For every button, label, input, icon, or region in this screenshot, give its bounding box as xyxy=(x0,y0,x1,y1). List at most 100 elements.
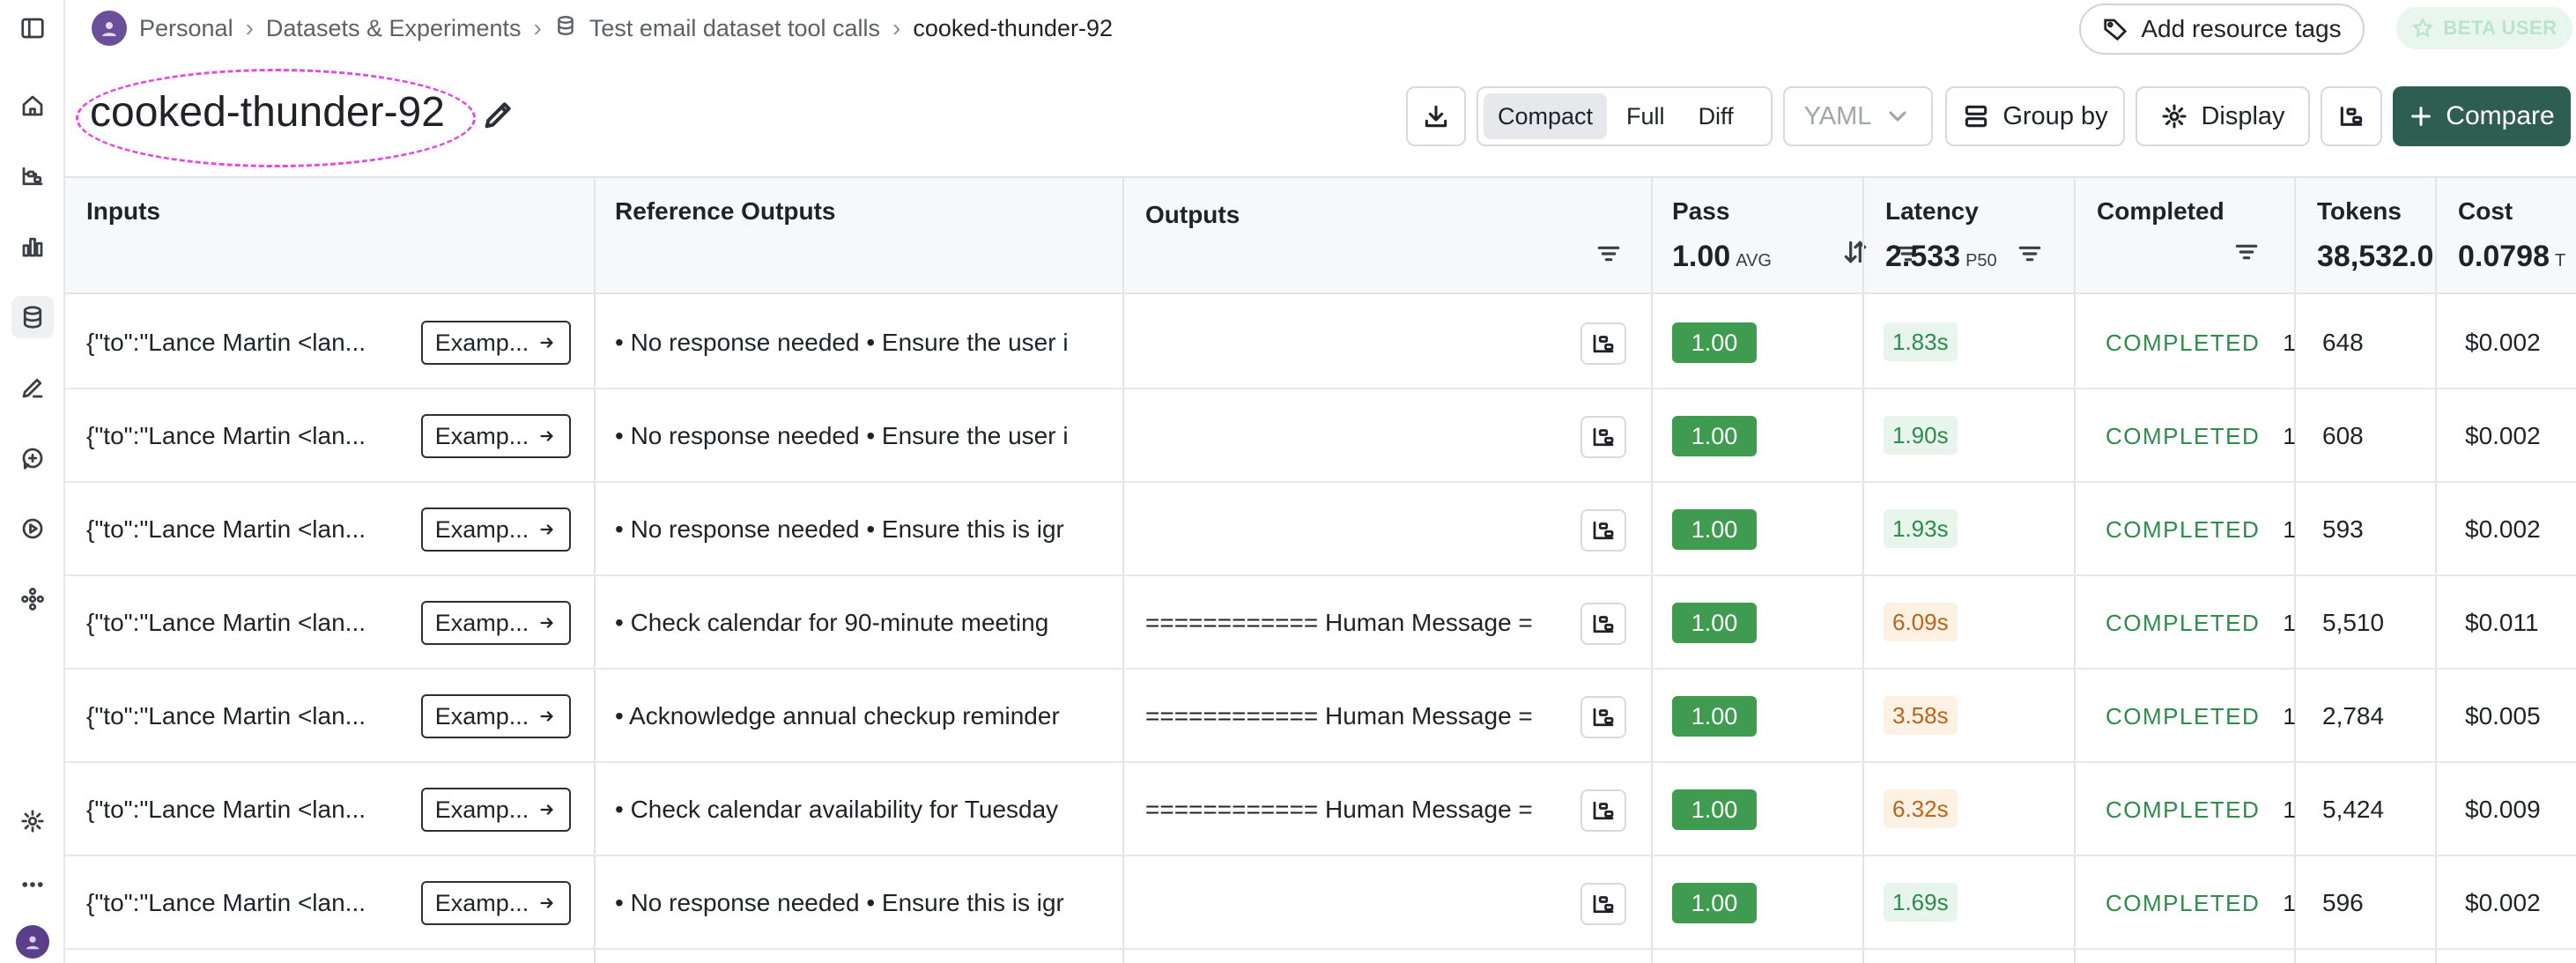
column-header-inputs[interactable]: Inputs xyxy=(86,197,160,226)
format-select-value: YAML xyxy=(1803,101,1872,130)
open-trace-icon[interactable] xyxy=(1580,696,1626,738)
latency-filter-icon[interactable] xyxy=(2016,240,2044,268)
datasets-database-icon[interactable] xyxy=(11,296,54,338)
table-row[interactable]: {"to":"Lance Martin <lan... Examp... • Che… xyxy=(65,576,2576,670)
outputs-filter-icon[interactable] xyxy=(1595,240,1623,268)
tracing-projects-icon[interactable] xyxy=(11,155,54,197)
table-row[interactable]: {"to":"Lance Martin <lan... Examp... • No … xyxy=(65,483,2576,576)
table-row[interactable]: {"to":"Lance Martin <lan... Examp... • No … xyxy=(65,389,2576,483)
reference-output-cell[interactable]: • Check calendar availability for Tuesda… xyxy=(615,763,1099,856)
format-select[interactable]: YAML xyxy=(1783,86,1933,146)
open-example-button[interactable]: Examp... xyxy=(421,414,571,458)
sort-arrows-icon[interactable] xyxy=(1841,238,1869,266)
status-label: COMPLETED xyxy=(2106,515,2261,543)
table-row[interactable]: {"to":"Lance Martin <lan... Examp... • No … xyxy=(65,296,2576,389)
completed-count: 1 xyxy=(2283,609,2296,636)
column-header-cost[interactable]: Cost xyxy=(2458,197,2513,226)
settings-gear-icon[interactable] xyxy=(11,800,54,842)
display-button[interactable]: Display xyxy=(2136,86,2310,146)
output-cell[interactable] xyxy=(1145,389,1575,483)
prompts-chat-icon[interactable] xyxy=(11,437,54,479)
open-example-button[interactable]: Examp... xyxy=(421,321,571,365)
table-row[interactable]: {"to":"Lance Martin <lan... Examp... • Ack… xyxy=(65,670,2576,763)
deployments-graph-icon[interactable] xyxy=(11,578,54,620)
completed-filter-icon[interactable] xyxy=(2232,238,2261,266)
output-cell[interactable] xyxy=(1145,483,1575,576)
download-button[interactable] xyxy=(1406,86,1466,146)
open-trace-icon[interactable] xyxy=(1580,603,1626,645)
compare-button[interactable]: Compare xyxy=(2393,86,2571,146)
arrow-right-icon xyxy=(537,893,557,913)
reference-output-cell[interactable]: • Check calendar for 90-minute meeting xyxy=(615,576,1099,670)
column-header-tokens[interactable]: Tokens xyxy=(2317,197,2402,226)
cost-cell: $0.002 xyxy=(2465,889,2541,916)
status-badge: COMPLETED 1 xyxy=(2106,296,2296,389)
user-avatar[interactable] xyxy=(16,925,49,959)
beta-user-label: BETA USER xyxy=(2443,17,2557,39)
input-cell[interactable]: {"to":"Lance Martin <lan... xyxy=(86,389,403,483)
breadcrumb-datasets[interactable]: Datasets & Experiments xyxy=(266,15,522,42)
input-cell[interactable]: {"to":"Lance Martin <lan... xyxy=(86,576,403,670)
open-example-button[interactable]: Examp... xyxy=(421,881,571,925)
toggle-sidebar-icon[interactable] xyxy=(11,7,54,49)
view-mode-compact[interactable]: Compact xyxy=(1484,93,1608,139)
display-label: Display xyxy=(2201,101,2285,130)
home-icon[interactable] xyxy=(11,85,54,127)
reference-output-cell[interactable]: • Acknowledge annual checkup reminder xyxy=(615,670,1099,763)
output-cell[interactable] xyxy=(1145,296,1575,389)
group-by-button[interactable]: Group by xyxy=(1945,86,2125,146)
monitoring-chart-icon[interactable] xyxy=(11,226,54,268)
reference-output-cell[interactable]: • No response needed • Ensure this is ig… xyxy=(615,483,1099,576)
edit-title-pencil-icon[interactable] xyxy=(481,97,516,132)
view-mode-diff[interactable]: Diff xyxy=(1684,93,1748,139)
output-cell[interactable] xyxy=(1145,856,1575,950)
tokens-total: 38,532.0 xyxy=(2317,240,2434,273)
reference-output-cell[interactable]: • No response needed • Ensure this is ig… xyxy=(615,856,1099,950)
breadcrumb-personal[interactable]: Personal xyxy=(139,15,233,42)
pass-score-badge: 1.00 xyxy=(1672,603,1757,643)
open-example-button[interactable]: Examp... xyxy=(421,507,571,552)
input-cell[interactable]: {"to":"Lance Martin <lan... xyxy=(86,483,403,576)
column-header-latency[interactable]: Latency xyxy=(1885,197,1979,226)
output-cell[interactable]: ============ Human Message = xyxy=(1145,763,1575,856)
open-trace-icon[interactable] xyxy=(1580,509,1626,552)
open-trace-icon[interactable] xyxy=(1580,883,1626,925)
chevron-right-icon: › xyxy=(533,14,542,41)
output-cell[interactable]: ============ Human Message = xyxy=(1145,670,1575,763)
reference-output-cell[interactable]: • No response needed • Ensure the user i xyxy=(615,389,1099,483)
table-row[interactable]: {"to":"Lance Martin <lan... Examp... • No … xyxy=(65,856,2576,950)
view-mode-full[interactable]: Full xyxy=(1612,93,1679,139)
left-nav-rail xyxy=(0,0,65,963)
chevron-right-icon: › xyxy=(245,14,254,41)
open-trace-icon[interactable] xyxy=(1580,789,1626,832)
more-options-icon[interactable] xyxy=(11,863,54,906)
annotation-pen-icon[interactable] xyxy=(11,367,54,409)
playground-play-icon[interactable] xyxy=(11,507,54,550)
column-header-completed[interactable]: Completed xyxy=(2097,197,2224,226)
column-header-outputs[interactable]: Outputs xyxy=(1145,201,1240,229)
add-resource-tags-button[interactable]: Add resource tags xyxy=(2079,4,2365,55)
table-row[interactable]: {"to":"Lance Martin <lan... Examp... • Che… xyxy=(65,763,2576,856)
open-example-button[interactable]: Examp... xyxy=(421,601,571,645)
latency-badge: 1.93s xyxy=(1884,509,1958,548)
column-header-pass[interactable]: Pass xyxy=(1672,197,1729,226)
open-example-label: Examp... xyxy=(434,329,529,356)
table-header: Inputs Reference Outputs Outputs Pass 1.… xyxy=(65,178,2576,294)
reference-output-cell[interactable]: • No response needed • Ensure the user i xyxy=(615,296,1099,389)
trace-view-button[interactable] xyxy=(2321,86,2382,146)
latency-badge: 1.69s xyxy=(1884,883,1958,922)
open-trace-icon[interactable] xyxy=(1580,416,1626,458)
open-example-button[interactable]: Examp... xyxy=(421,694,571,738)
output-cell[interactable]: ============ Human Message = xyxy=(1145,576,1575,670)
column-header-reference-outputs[interactable]: Reference Outputs xyxy=(615,197,836,226)
status-label: COMPLETED xyxy=(2106,702,2261,730)
input-cell[interactable]: {"to":"Lance Martin <lan... xyxy=(86,670,403,763)
open-trace-icon[interactable] xyxy=(1580,322,1626,365)
arrow-right-icon xyxy=(537,800,557,819)
breadcrumb-dataset[interactable]: Test email dataset tool calls xyxy=(589,15,880,42)
open-example-button[interactable]: Examp... xyxy=(421,788,571,832)
input-cell[interactable]: {"to":"Lance Martin <lan... xyxy=(86,763,403,856)
pass-score-badge: 1.00 xyxy=(1672,416,1757,456)
input-cell[interactable]: {"to":"Lance Martin <lan... xyxy=(86,296,403,389)
input-cell[interactable]: {"to":"Lance Martin <lan... xyxy=(86,856,403,950)
